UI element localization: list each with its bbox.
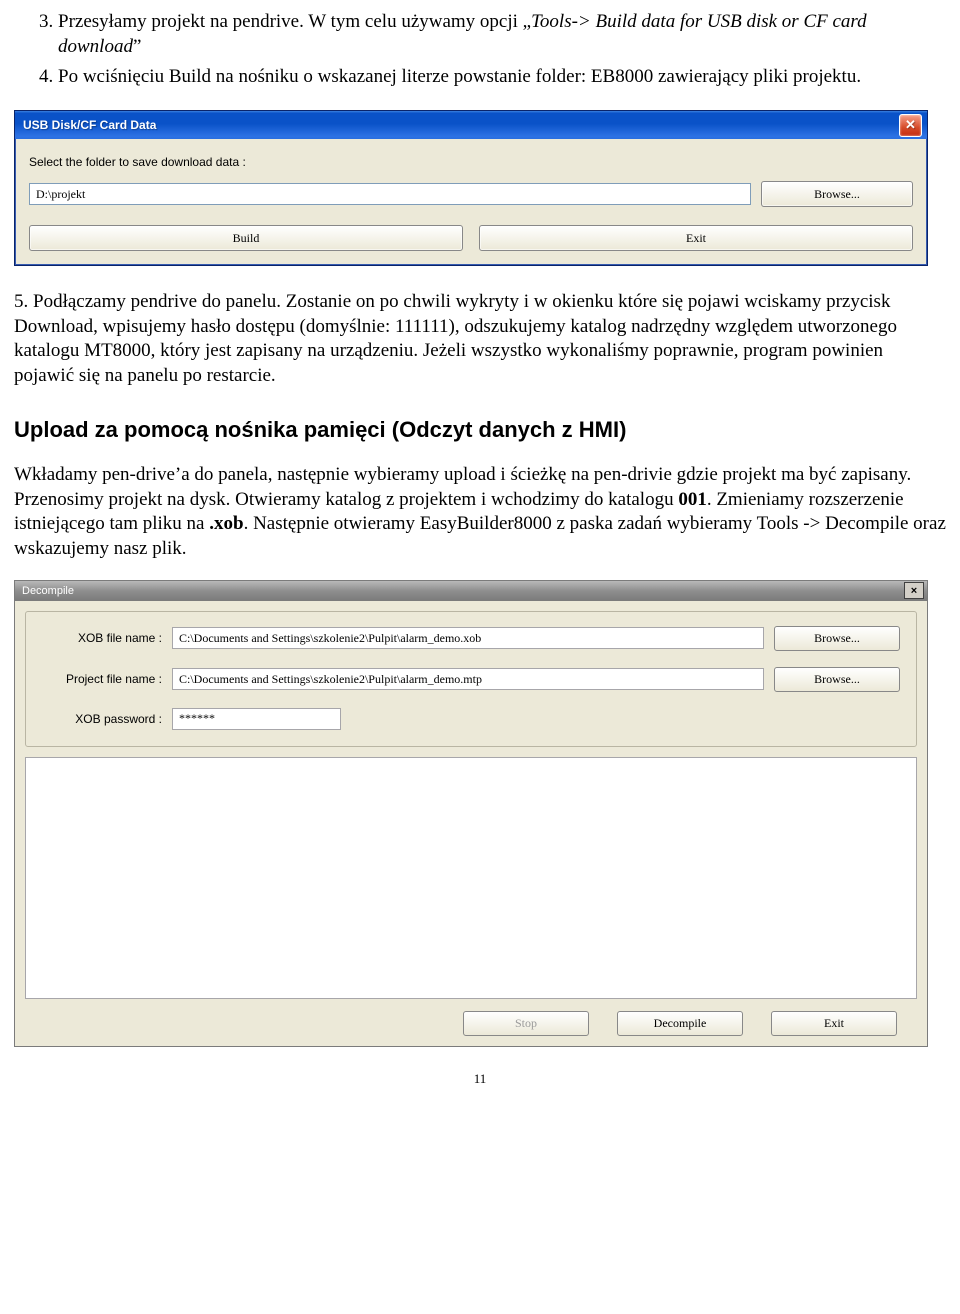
stop-button[interactable]: Stop xyxy=(463,1011,589,1036)
dialog-body: Select the folder to save download data … xyxy=(15,139,927,265)
build-button[interactable]: Build xyxy=(29,225,463,251)
upload-heading: Upload za pomocą nośnika pamięci (Odczyt… xyxy=(14,417,946,443)
exit-button-2[interactable]: Exit xyxy=(771,1011,897,1036)
page-number: 11 xyxy=(14,1071,946,1087)
decompile-group: XOB file name : Browse... Project file n… xyxy=(25,611,917,747)
instruction-item-3: Przesyłamy projekt na pendrive. W tym ce… xyxy=(58,10,946,59)
output-textarea[interactable] xyxy=(25,757,917,999)
upload-paragraph: Wkładamy pen-drive’a do panela, następni… xyxy=(14,463,946,562)
dialog-title-text: USB Disk/CF Card Data xyxy=(23,118,156,132)
password-label: XOB password : xyxy=(42,712,162,726)
project-label: Project file name : xyxy=(42,672,162,686)
item3-text-a: Przesyłamy projekt na pendrive. W tym ce… xyxy=(58,11,531,32)
project-input[interactable] xyxy=(172,668,764,690)
close-icon[interactable]: × xyxy=(904,582,924,599)
decompile-titlebar: Decompile × xyxy=(15,581,927,601)
instruction-list: Przesyłamy projekt na pendrive. W tym ce… xyxy=(14,10,946,90)
path-input[interactable] xyxy=(29,183,751,205)
xob-input[interactable] xyxy=(172,627,764,649)
browse-button[interactable]: Browse... xyxy=(761,181,913,207)
decompile-title-text: Decompile xyxy=(22,585,74,597)
item3-text-b: ” xyxy=(133,36,141,57)
dialog-titlebar: USB Disk/CF Card Data ✕ xyxy=(15,111,927,139)
exit-button[interactable]: Exit xyxy=(479,225,913,251)
password-input[interactable] xyxy=(172,708,341,730)
usb-disk-dialog: USB Disk/CF Card Data ✕ Select the folde… xyxy=(14,110,928,266)
decompile-dialog: Decompile × XOB file name : Browse... Pr… xyxy=(14,580,928,1047)
dialog-prompt: Select the folder to save download data … xyxy=(29,155,913,169)
decompile-actions: Stop Decompile Exit xyxy=(25,1011,917,1036)
upload-bold-xob: .xob xyxy=(209,513,243,534)
paragraph-5: 5. Podłączamy pendrive do panelu. Zostan… xyxy=(14,290,946,389)
instruction-item-4: Po wciśnięciu Build na nośniku o wskazan… xyxy=(58,65,946,90)
project-row: Project file name : Browse... xyxy=(42,667,900,692)
password-row: XOB password : xyxy=(42,708,900,730)
xob-browse-button[interactable]: Browse... xyxy=(774,626,900,651)
xob-label: XOB file name : xyxy=(42,631,162,645)
decompile-body: XOB file name : Browse... Project file n… xyxy=(15,601,927,1046)
decompile-button[interactable]: Decompile xyxy=(617,1011,743,1036)
xob-row: XOB file name : Browse... xyxy=(42,626,900,651)
close-icon[interactable]: ✕ xyxy=(899,114,922,137)
action-row: Build Exit xyxy=(29,225,913,251)
upload-bold-001: 001 xyxy=(678,489,707,510)
path-row: Browse... xyxy=(29,181,913,207)
project-browse-button[interactable]: Browse... xyxy=(774,667,900,692)
